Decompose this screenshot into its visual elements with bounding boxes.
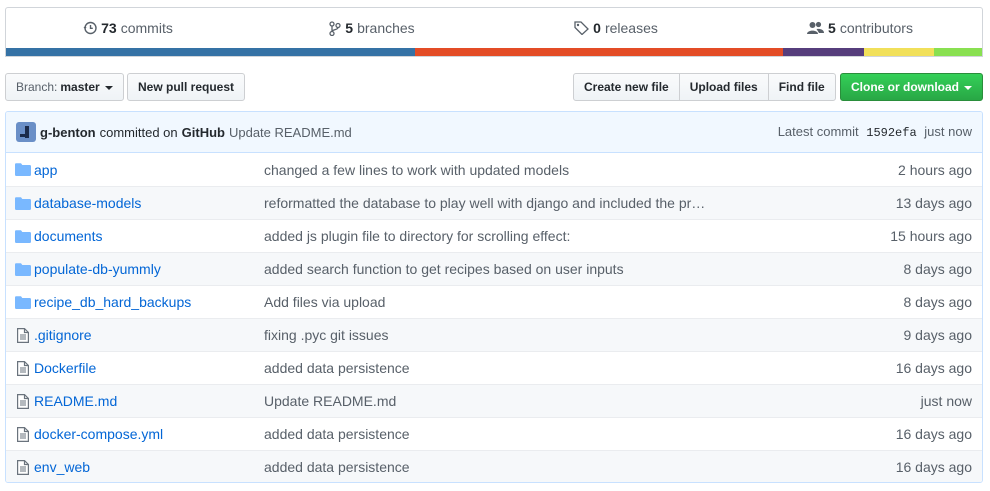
commit-via-text: committed on: [99, 124, 178, 140]
commit-sha-link[interactable]: 1592efa: [866, 126, 916, 140]
commit-age: 16 days ago: [895, 360, 972, 376]
releases-link[interactable]: 0 releases: [494, 8, 738, 48]
branch-name: master: [60, 80, 100, 94]
language-bar-segment[interactable]: [6, 48, 415, 56]
commits-link[interactable]: 73 commits: [6, 8, 250, 48]
branch-icon: [329, 20, 341, 36]
chevron-down-icon: [104, 85, 113, 90]
file-name-link[interactable]: .gitignore: [34, 327, 264, 343]
commit-age: 8 days ago: [903, 261, 973, 277]
language-bar-segment[interactable]: [934, 48, 982, 56]
file-icon: [6, 360, 34, 376]
table-row: README.md Update README.md just now: [6, 384, 982, 417]
file-name-link[interactable]: recipe_db_hard_backups: [34, 294, 264, 310]
commit-age: 16 days ago: [895, 426, 972, 442]
commits-label: commits: [120, 20, 173, 36]
contributors-link[interactable]: 5 contributors: [738, 8, 982, 48]
file-table: g-benton committed on GitHub Update READ…: [5, 111, 983, 483]
file-name-link[interactable]: docker-compose.yml: [34, 426, 264, 442]
commit-age: 16 days ago: [895, 459, 972, 475]
file-list: app changed a few lines to work with upda…: [6, 153, 982, 482]
branch-select-button[interactable]: Branch: master: [5, 73, 124, 101]
commit-age: 9 days ago: [903, 327, 973, 343]
commit-message-link[interactable]: added search function to get recipes bas…: [264, 261, 724, 277]
commit-message-link[interactable]: added data persistence: [264, 426, 724, 442]
latest-commit-bar: g-benton committed on GitHub Update READ…: [6, 112, 982, 153]
table-row: docker-compose.yml added data persistence…: [6, 417, 982, 450]
find-file-button[interactable]: Find file: [767, 73, 836, 101]
file-name-link[interactable]: app: [34, 162, 264, 178]
folder-icon: [6, 229, 34, 243]
commit-age: 13 days ago: [895, 195, 972, 211]
releases-count: 0: [593, 20, 601, 36]
branches-link[interactable]: 5 branches: [250, 8, 494, 48]
repo-summary: 73 commits 5 branches 0 releases 5 contr…: [5, 7, 983, 57]
commit-message-link[interactable]: added js plugin file to directory for sc…: [264, 228, 724, 244]
table-row: recipe_db_hard_backups Add files via uplo…: [6, 285, 982, 318]
file-actions-group: Create new file Upload files Find file: [573, 73, 836, 101]
commit-message-link[interactable]: Add files via upload: [264, 294, 724, 310]
table-row: env_web added data persistence 16 days ago: [6, 450, 982, 482]
language-bar-segment[interactable]: [414, 48, 783, 56]
file-name-link[interactable]: Dockerfile: [34, 360, 264, 376]
commit-message-link[interactable]: added data persistence: [264, 360, 724, 376]
table-row: app changed a few lines to work with upda…: [6, 153, 982, 186]
commit-message-link[interactable]: reformatted the database to play well wi…: [264, 195, 724, 211]
commit-age: 15 hours ago: [890, 228, 972, 244]
new-pull-request-button[interactable]: New pull request: [127, 73, 246, 101]
language-bar[interactable]: [6, 48, 982, 56]
table-row: populate-db-yummly added search function …: [6, 252, 982, 285]
file-icon: [6, 426, 34, 442]
table-row: database-models reformatted the database …: [6, 186, 982, 219]
table-row: .gitignore fixing .pyc git issues 9 days a…: [6, 318, 982, 351]
commit-age: just now: [920, 393, 972, 409]
file-icon: [6, 327, 34, 343]
commit-time: just now: [924, 124, 972, 139]
language-bar-segment[interactable]: [863, 48, 935, 56]
commits-count: 73: [101, 20, 117, 36]
folder-icon: [6, 295, 34, 309]
upload-files-button[interactable]: Upload files: [678, 73, 769, 101]
folder-icon: [6, 262, 34, 276]
commit-message-link[interactable]: added data persistence: [264, 459, 724, 475]
branch-prefix: Branch:: [16, 80, 58, 94]
avatar[interactable]: [16, 122, 36, 142]
clone-or-download-label: Clone or download: [851, 80, 959, 94]
file-navigation: Branch: master New pull request Create n…: [5, 73, 983, 101]
history-icon: [83, 21, 97, 35]
commit-age: 2 hours ago: [898, 161, 972, 178]
contributors-label: contributors: [839, 20, 913, 36]
commit-message-link[interactable]: changed a few lines to work with updated…: [264, 162, 724, 178]
commit-message-link[interactable]: Update README.md: [229, 125, 352, 140]
clone-or-download-button[interactable]: Clone or download: [840, 73, 983, 101]
releases-label: releases: [604, 20, 658, 36]
file-name-link[interactable]: populate-db-yummly: [34, 261, 264, 277]
latest-commit-label: Latest commit: [777, 124, 859, 139]
latest-commit-info: Latest commit 1592efa just now: [778, 124, 972, 140]
commit-message-link[interactable]: Update README.md: [264, 393, 724, 409]
commit-age: 8 days ago: [903, 294, 973, 310]
table-row: documents added js plugin file to directo…: [6, 219, 982, 252]
file-name-link[interactable]: README.md: [34, 393, 264, 409]
tag-icon: [574, 21, 590, 35]
folder-icon: [6, 163, 34, 176]
file-icon: [6, 393, 34, 409]
file-name-link[interactable]: env_web: [34, 459, 264, 475]
file-icon: [6, 459, 34, 475]
commit-author-link[interactable]: g-benton: [40, 125, 96, 140]
language-bar-segment[interactable]: [782, 48, 864, 56]
contributors-count: 5: [828, 20, 836, 36]
commit-message-link[interactable]: fixing .pyc git issues: [264, 327, 724, 343]
file-name-link[interactable]: documents: [34, 228, 264, 244]
people-icon: [807, 21, 825, 34]
commit-platform: GitHub: [181, 124, 225, 140]
chevron-down-icon: [964, 85, 972, 90]
file-name-link[interactable]: database-models: [34, 195, 264, 211]
branches-count: 5: [345, 20, 354, 36]
folder-icon: [6, 196, 34, 210]
create-new-file-button[interactable]: Create new file: [573, 73, 680, 101]
branches-label: branches: [357, 20, 415, 36]
table-row: Dockerfile added data persistence 16 days …: [6, 351, 982, 384]
